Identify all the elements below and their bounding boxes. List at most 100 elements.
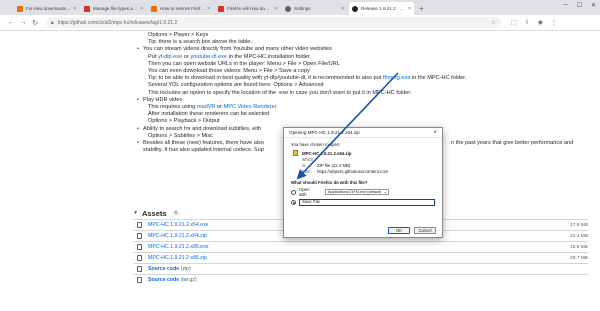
lock-icon[interactable]: 🔒︎ bbox=[51, 20, 54, 26]
asset-link[interactable]: MPC-HC.1.9.21.2.x86.exe bbox=[148, 244, 558, 250]
open-with-radio[interactable] bbox=[291, 189, 296, 195]
open-file-dialog: Opening MPC-HC.1.9.21.2.x64.zip × You ha… bbox=[283, 127, 443, 238]
star-icon[interactable]: ☆ bbox=[492, 20, 496, 26]
triangle-down-icon[interactable]: ▼ bbox=[133, 210, 138, 216]
save-file-radio[interactable] bbox=[291, 199, 296, 205]
asset-link[interactable]: Source code (zip) bbox=[148, 266, 588, 272]
close-tab-icon[interactable]: × bbox=[341, 6, 344, 12]
profile-icon[interactable]: ◉ bbox=[538, 19, 543, 26]
list-item: Play HDR video bbox=[133, 97, 588, 104]
github-icon bbox=[352, 5, 358, 12]
dialog-titlebar: Opening MPC-HC.1.9.21.2.x64.zip × bbox=[284, 128, 442, 138]
asset-size: 22.4 MB bbox=[570, 233, 588, 239]
tab-settings[interactable]: Settings × bbox=[282, 2, 347, 15]
save-file-label[interactable]: Save File bbox=[299, 198, 435, 206]
text-line: Several YDL configuration options are fo… bbox=[148, 82, 324, 89]
dialog-footer: OK Cancel bbox=[284, 223, 442, 237]
tab-favicon-icon bbox=[17, 5, 23, 12]
file-row: MPC-HC.1.9.21.2.x64.zip bbox=[293, 150, 435, 156]
text-line: Put yt-dlp.exe or youtube-dl.exe in the … bbox=[133, 54, 588, 61]
asset-row[interactable]: Source code (zip) bbox=[133, 263, 588, 274]
back-icon[interactable]: ← bbox=[6, 19, 16, 26]
tab-favicon-icon bbox=[218, 5, 224, 12]
close-icon[interactable]: × bbox=[433, 130, 437, 136]
close-tab-icon[interactable]: × bbox=[140, 6, 143, 12]
dialog-title: Opening MPC-HC.1.9.21.2.x64.zip bbox=[289, 130, 360, 135]
format-label: (tar.gz) bbox=[180, 277, 197, 283]
url-text[interactable]: https://github.com/clsid2/mpc-hc/release… bbox=[58, 20, 492, 26]
dialog-body: You have chosen to open: MPC-HC.1.9.21.2… bbox=[284, 138, 442, 210]
open-with-option[interactable]: Open with Applications\7zFM.exe (default… bbox=[291, 187, 435, 197]
forward-icon[interactable]: → bbox=[18, 19, 28, 26]
package-icon bbox=[137, 233, 142, 239]
mpc-video-renderer-link[interactable]: MPC Video Renderer bbox=[224, 104, 277, 110]
assets-count-badge: 6 bbox=[171, 210, 181, 216]
ok-button[interactable]: OK bbox=[388, 226, 410, 234]
tab-label: Release 1.9.21.2 · clsid2/mpc-... bbox=[361, 6, 406, 11]
text-line: You can even download those videos: Menu… bbox=[148, 68, 310, 75]
open-with-label[interactable]: Open with bbox=[299, 187, 317, 197]
download-icon[interactable]: ⇩ bbox=[525, 19, 530, 26]
tab-label: How to restore Firefox's down... bbox=[160, 6, 206, 11]
minimize-icon[interactable]: ─ bbox=[563, 2, 567, 9]
new-tab-button[interactable]: + bbox=[419, 4, 424, 13]
tab-strip: Fix slow downloads | Ask a...× Manage fi… bbox=[0, 0, 600, 15]
tab-label: Manage file types and downlo... bbox=[93, 6, 138, 11]
tab-favicon-icon bbox=[84, 5, 90, 12]
text-line: Tip: to be able to download in best qual… bbox=[133, 75, 588, 82]
asset-size: 16.6 MB bbox=[570, 244, 588, 250]
source-code-label[interactable]: Source code bbox=[148, 266, 179, 272]
assets-title: Assets bbox=[141, 208, 167, 218]
close-window-icon[interactable]: ✕ bbox=[591, 2, 596, 9]
tab-3[interactable]: How to restore Firefox's down...× bbox=[148, 2, 213, 15]
text: n the past years that give better perfor… bbox=[451, 140, 574, 147]
tab-2[interactable]: Manage file types and downlo...× bbox=[81, 2, 146, 15]
close-tab-icon[interactable]: × bbox=[207, 6, 210, 12]
ffmpeg-link[interactable]: ffmpeg.exe bbox=[383, 75, 411, 81]
chevron-down-icon: ⌄ bbox=[383, 190, 387, 194]
text: Put bbox=[148, 53, 158, 60]
tab-4[interactable]: Firefox will now download file...× bbox=[215, 2, 280, 15]
zip-file-icon bbox=[293, 150, 298, 156]
text-line: After installation these renderers can b… bbox=[148, 111, 270, 118]
youtube-dl-link[interactable]: youtube-dl.exe bbox=[190, 54, 227, 60]
tab-github-release[interactable]: Release 1.9.21.2 · clsid2/mpc-...× bbox=[349, 2, 414, 15]
source-code-label[interactable]: Source code bbox=[148, 277, 179, 283]
menu-icon[interactable]: ⋮ bbox=[551, 19, 557, 26]
toolbar-icons: ⬚ ⇩ ◉ ⋮ bbox=[511, 19, 557, 26]
action-question: What should Firefox do with this file? bbox=[291, 180, 368, 185]
address-bar[interactable]: 🔒︎ https://github.com/clsid2/mpc-hc/rele… bbox=[46, 17, 501, 28]
application-select[interactable]: Applications\7zFM.exe (default) ⌄ bbox=[325, 189, 389, 195]
reload-icon[interactable]: ↻ bbox=[30, 19, 40, 27]
package-icon bbox=[137, 222, 142, 228]
save-file-option[interactable]: Save File bbox=[291, 198, 435, 206]
asset-row[interactable]: MPC-HC.1.9.21.2.x86.exe 16.6 MB bbox=[133, 241, 588, 252]
text-line: Options > Playback > Output bbox=[148, 118, 220, 125]
asset-link[interactable]: MPC-HC.1.9.21.2.x86.zip bbox=[148, 255, 558, 261]
close-tab-icon[interactable]: × bbox=[274, 6, 277, 12]
file-source-label: from: bbox=[302, 169, 312, 174]
maximize-icon[interactable]: ☐ bbox=[577, 2, 582, 9]
asset-row[interactable]: MPC-HC.1.9.21.2.x86.zip 20.7 MB bbox=[133, 252, 588, 263]
text: This requires using bbox=[148, 104, 197, 111]
file-type-label: which is: bbox=[302, 157, 313, 168]
text-line: Tip: there is a search box above the tab… bbox=[148, 39, 252, 46]
tab-label: Firefox will now download file... bbox=[227, 6, 272, 11]
close-tab-icon[interactable]: × bbox=[408, 6, 411, 12]
close-tab-icon[interactable]: × bbox=[73, 6, 76, 12]
text-line: Options > Player > Keys bbox=[148, 32, 209, 38]
madvr-link[interactable]: madVR bbox=[197, 104, 216, 110]
cancel-button[interactable]: Cancel bbox=[414, 226, 436, 234]
gear-icon bbox=[285, 5, 291, 12]
window-controls: ─ ☐ ✕ bbox=[563, 2, 596, 9]
asset-link[interactable]: Source code (tar.gz) bbox=[148, 277, 588, 283]
format-label: (zip) bbox=[180, 266, 191, 272]
file-zip-icon bbox=[137, 266, 142, 272]
tab-1[interactable]: Fix slow downloads | Ask a...× bbox=[14, 2, 79, 15]
text: in the MPC-HC installation folder. bbox=[227, 53, 311, 60]
tab-label: Settings bbox=[294, 6, 311, 11]
extensions-icon[interactable]: ⬚ bbox=[511, 19, 517, 26]
yt-dlp-link[interactable]: yt-dlp.exe bbox=[158, 54, 182, 60]
asset-row[interactable]: Source code (tar.gz) bbox=[133, 274, 588, 285]
asset-size: 20.7 MB bbox=[570, 255, 588, 261]
